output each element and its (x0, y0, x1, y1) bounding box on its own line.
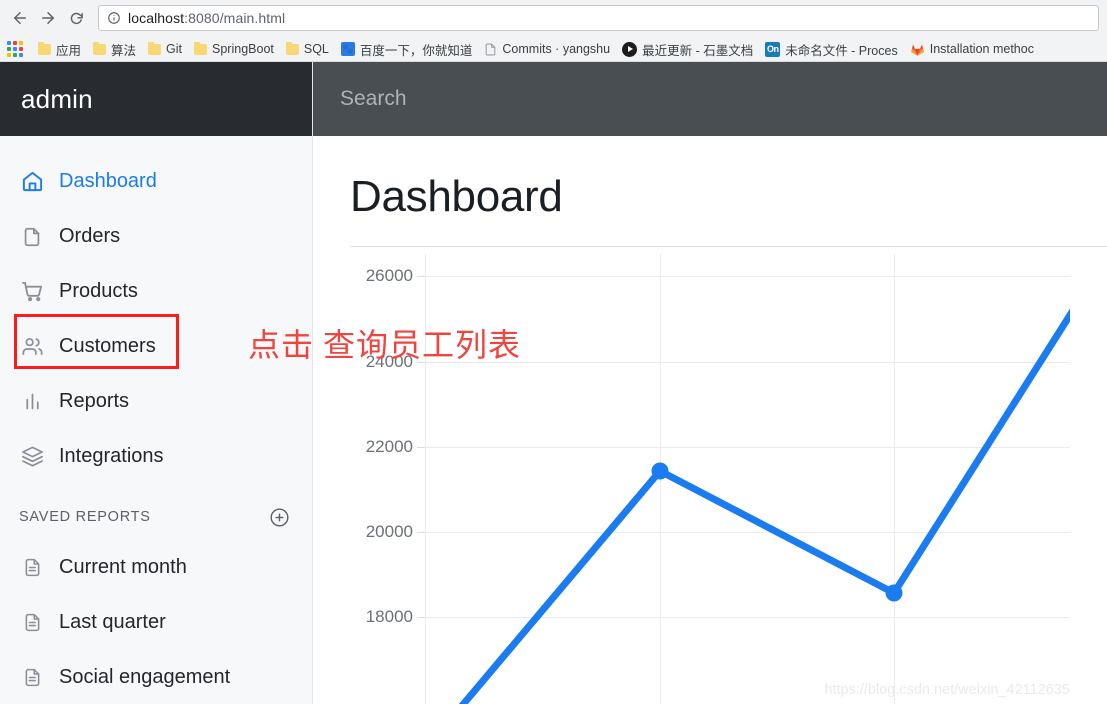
bookmark-label: SpringBoot (212, 42, 274, 56)
series-line-sales (458, 308, 1070, 704)
layers-icon (19, 444, 45, 470)
annotation-text: 点击 查询员工列表 (248, 327, 522, 363)
content-area: Dashboard 26000 24000 22000 20000 18000 (313, 136, 1107, 704)
back-button[interactable] (6, 4, 34, 32)
bookmark-label: Git (166, 42, 183, 56)
y-axis-tick: 18000 (365, 607, 426, 626)
watermark-text: https://blog.csdn.net/weixin_42112635 (824, 682, 1070, 698)
sidebar: admin Dashboard Orders Products Customer… (0, 62, 313, 704)
plus-circle-icon[interactable] (269, 507, 290, 528)
folder-icon (285, 41, 299, 55)
bookmark-item[interactable]: Git (142, 38, 188, 60)
file-icon (19, 224, 45, 250)
saved-reports-header: SAVED REPORTS (0, 496, 312, 538)
bookmark-item[interactable]: 算法 (87, 38, 142, 60)
saved-reports-title: SAVED REPORTS (19, 509, 151, 525)
bookmark-label: 百度一下，你就知道 (359, 43, 473, 58)
saved-report-label: Last quarter (59, 611, 166, 633)
sidebar-item-label: Reports (59, 390, 130, 412)
saved-report-social-engagement[interactable]: Social engagement (0, 650, 312, 704)
page-icon (484, 42, 497, 57)
folder-icon (38, 41, 51, 55)
bookmark-item[interactable]: 最近更新 - 石墨文档 (616, 38, 759, 60)
onenote-icon: On (765, 41, 781, 57)
apps-grid-icon[interactable] (4, 38, 26, 60)
document-icon (19, 665, 45, 691)
bar-chart-icon (19, 389, 45, 415)
sidebar-item-reports[interactable]: Reports (0, 374, 312, 429)
sidebar-nav: Dashboard Orders Products Customers Repo… (0, 136, 312, 484)
series-point-marker (885, 584, 903, 602)
address-bar[interactable]: localhost:8080/main.html (98, 5, 1099, 31)
document-icon (19, 555, 45, 581)
shopping-cart-icon (19, 279, 45, 305)
bookmark-label: SQL (303, 42, 329, 56)
bookmark-label: 最近更新 - 石墨文档 (642, 43, 754, 58)
bookmark-item[interactable]: Installation methoc (904, 38, 1040, 60)
title-divider (350, 246, 1107, 247)
bookmark-item[interactable]: SpringBoot (188, 38, 280, 60)
sidebar-item-dashboard[interactable]: Dashboard (0, 154, 312, 209)
search-input[interactable] (340, 87, 670, 111)
url-text: localhost:8080/main.html (128, 10, 285, 26)
bookmark-label: Commits · yangshu (502, 42, 611, 56)
forward-button[interactable] (34, 4, 62, 32)
chart-plot-area (425, 254, 1070, 704)
bookmark-label: 算法 (111, 43, 137, 58)
app-shell: admin Dashboard Orders Products Customer… (0, 62, 1107, 704)
top-bar (313, 62, 1107, 136)
document-icon (19, 610, 45, 636)
brand-title: admin (21, 83, 93, 114)
sidebar-item-label: Customers (59, 335, 156, 357)
browser-chrome: localhost:8080/main.html 应用 算法 Git Sprin… (0, 0, 1107, 62)
url-path: :8080/main.html (184, 10, 286, 26)
sidebar-header: admin (0, 62, 312, 136)
sidebar-item-label: Dashboard (59, 170, 157, 192)
bookmark-item[interactable]: SQL (280, 38, 335, 60)
main-content: Dashboard 26000 24000 22000 20000 18000 (313, 62, 1107, 704)
saved-report-current-month[interactable]: Current month (0, 540, 312, 595)
saved-report-label: Social engagement (59, 666, 231, 688)
saved-report-label: Current month (59, 556, 187, 578)
saved-reports-list: Current month Last quarter Social engage… (0, 538, 312, 704)
home-icon (19, 169, 45, 195)
folder-icon (148, 41, 162, 55)
gitlab-icon (910, 42, 925, 57)
sidebar-item-label: Integrations (59, 445, 164, 467)
back-arrow-icon (11, 9, 29, 27)
info-circle-icon[interactable] (107, 11, 121, 25)
folder-icon (93, 41, 107, 55)
bookmark-item[interactable]: 应用 (32, 38, 87, 60)
sidebar-item-label: Orders (59, 225, 121, 247)
page-title: Dashboard (350, 172, 563, 221)
users-icon (19, 334, 45, 360)
sidebar-item-label: Products (59, 280, 138, 302)
baidu-icon: 🐾 (340, 42, 355, 56)
forward-arrow-icon (39, 9, 57, 27)
bookmark-item[interactable]: 🐾 百度一下，你就知道 (335, 38, 479, 60)
sidebar-item-orders[interactable]: Orders (0, 209, 312, 264)
bookmark-item[interactable]: On 未命名文件 - Proces (759, 38, 904, 60)
y-axis-tick: 22000 (365, 437, 426, 456)
folder-icon (194, 41, 208, 55)
browser-nav-row: localhost:8080/main.html (0, 0, 1107, 36)
bookmarks-bar: 应用 算法 Git SpringBoot SQL 🐾 百度一下，你就知道 Com… (0, 36, 1107, 62)
url-host: localhost (128, 10, 185, 26)
bookmark-label: Installation methoc (929, 42, 1034, 56)
sidebar-item-integrations[interactable]: Integrations (0, 429, 312, 484)
y-axis-tick: 26000 (365, 266, 426, 285)
reload-icon (68, 10, 85, 27)
sidebar-item-products[interactable]: Products (0, 264, 312, 319)
y-axis-tick: 20000 (365, 522, 426, 541)
bookmark-label: 未命名文件 - Proces (785, 43, 898, 58)
bookmark-label: 应用 (56, 43, 82, 58)
chart-series-svg (458, 308, 1070, 704)
reload-button[interactable] (62, 4, 90, 32)
bookmark-item[interactable]: Commits · yangshu (478, 38, 616, 60)
play-circle-icon (622, 41, 638, 57)
saved-report-last-quarter[interactable]: Last quarter (0, 595, 312, 650)
series-point-marker (651, 462, 669, 480)
